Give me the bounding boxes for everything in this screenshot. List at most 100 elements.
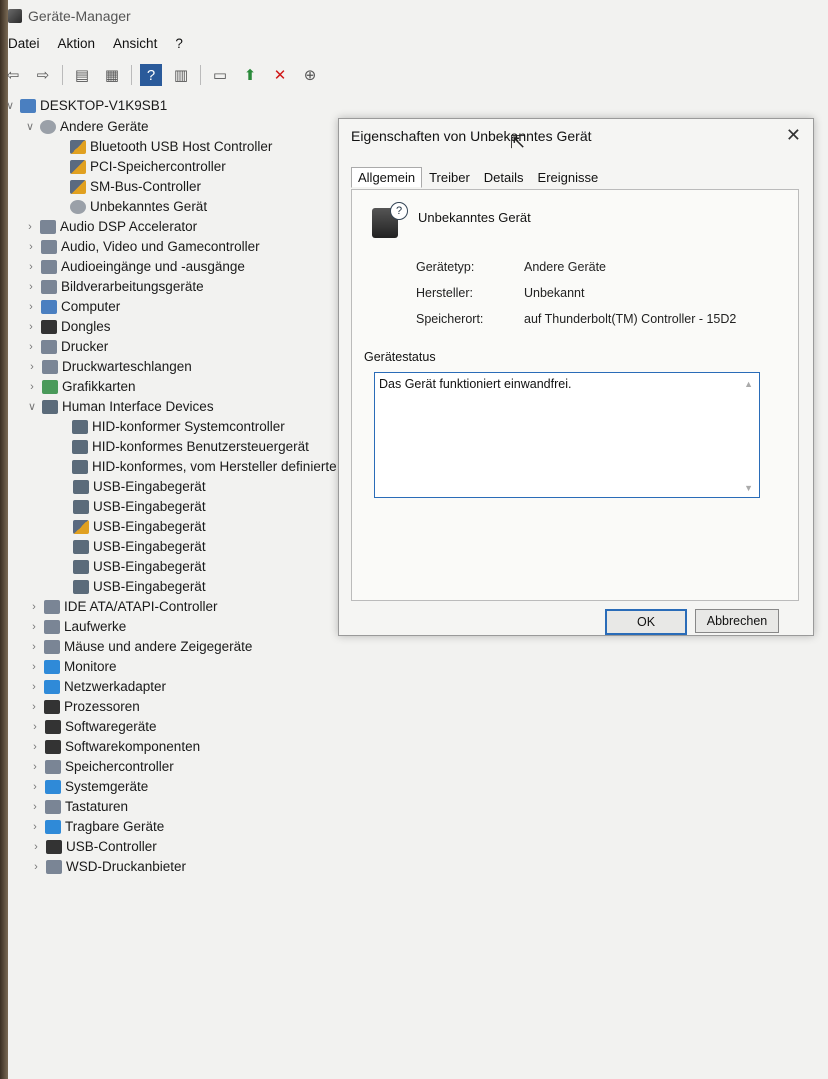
tree-device[interactable]: USB-Eingabegerät	[57, 537, 206, 556]
tab-ereignisse[interactable]: Ereignisse	[531, 167, 606, 188]
tree-label: HID-konformes Benutzersteuergerät	[92, 439, 309, 454]
chevron-right-icon[interactable]: ›	[28, 641, 40, 653]
tree-device[interactable]: HID-konformer Systemcontroller	[56, 417, 285, 436]
chevron-right-icon[interactable]: ›	[25, 261, 37, 273]
tree-category[interactable]: › WSD-Druckanbieter	[30, 857, 186, 876]
tree-category[interactable]: › Softwarekomponenten	[29, 737, 200, 756]
tree-category[interactable]: › Computer	[25, 297, 120, 316]
chevron-right-icon[interactable]: ›	[30, 841, 42, 853]
tree-category[interactable]: › Monitore	[28, 657, 116, 676]
tree-category[interactable]: › Audio, Video und Gamecontroller	[25, 237, 259, 256]
tab-details[interactable]: Details	[477, 167, 531, 188]
chevron-down-icon[interactable]: ∨	[4, 99, 16, 112]
toolbar-separator	[131, 65, 132, 85]
download-icon[interactable]: ⊕	[299, 64, 321, 86]
tree-root[interactable]: ∨ DESKTOP-V1K9SB1	[4, 96, 167, 115]
tree-device[interactable]: USB-Eingabegerät	[57, 517, 206, 536]
chevron-right-icon[interactable]: ›	[30, 861, 42, 873]
chevron-right-icon[interactable]: ›	[29, 721, 41, 733]
chevron-right-icon[interactable]: ›	[26, 361, 38, 373]
help-icon[interactable]: ?	[140, 64, 162, 86]
chevron-right-icon[interactable]: ›	[29, 761, 41, 773]
tree-category[interactable]: › Bildverarbeitungsgeräte	[25, 277, 203, 296]
chevron-right-icon[interactable]: ›	[29, 801, 41, 813]
tab-allgemein[interactable]: Allgemein	[351, 167, 423, 188]
show-hide-icon[interactable]: ▤	[71, 64, 93, 86]
menu-datei[interactable]: Datei	[8, 36, 40, 58]
forward-icon[interactable]: ⇨	[32, 64, 54, 86]
chevron-down-icon[interactable]: ∨	[26, 400, 38, 413]
chevron-right-icon[interactable]: ›	[28, 681, 40, 693]
chevron-right-icon[interactable]: ›	[28, 621, 40, 633]
chevron-right-icon[interactable]: ›	[25, 301, 37, 313]
chevron-down-icon[interactable]: ∨	[24, 120, 36, 133]
chevron-right-icon[interactable]: ›	[29, 781, 41, 793]
device-icon	[41, 319, 57, 334]
tree-category[interactable]: › Softwaregeräte	[29, 717, 156, 736]
tree-category[interactable]: › Druckwarteschlangen	[26, 357, 192, 376]
device-icon	[45, 779, 61, 794]
chevron-right-icon[interactable]: ›	[25, 281, 37, 293]
scroll-down-icon[interactable]: ▼	[744, 483, 753, 493]
chevron-right-icon[interactable]: ›	[29, 821, 41, 833]
tree-category[interactable]: › Audioeingänge und -ausgänge	[25, 257, 245, 276]
tree-category[interactable]: › Netzwerkadapter	[28, 677, 166, 696]
tree-category[interactable]: › Systemgeräte	[29, 777, 148, 796]
chevron-right-icon[interactable]: ›	[25, 341, 37, 353]
scroll-up-icon[interactable]: ▲	[744, 379, 753, 389]
tree-category[interactable]: ∨ Andere Geräte	[24, 117, 149, 136]
tree-category[interactable]: › Grafikkarten	[26, 377, 135, 396]
tree-device[interactable]: USB-Eingabegerät	[57, 557, 206, 576]
tab-treiber[interactable]: Treiber	[422, 167, 477, 188]
update-driver-icon[interactable]: ⬆	[239, 64, 261, 86]
tree-label: Mäuse und andere Zeigegeräte	[64, 639, 253, 654]
tree-category[interactable]: › Speichercontroller	[29, 757, 174, 776]
tree-category[interactable]: › Tragbare Geräte	[29, 817, 164, 836]
properties-icon[interactable]: ▦	[101, 64, 123, 86]
tree-category[interactable]: › IDE ATA/ATAPI-Controller	[28, 597, 217, 616]
tree-device[interactable]: USB-Eingabegerät	[57, 477, 206, 496]
monitor-icon[interactable]: ▭	[209, 64, 231, 86]
tree-category[interactable]: ∨ Human Interface Devices	[26, 397, 214, 416]
menu-aktion[interactable]: Aktion	[58, 36, 96, 58]
tree-category[interactable]: › USB-Controller	[30, 837, 157, 856]
back-icon[interactable]: ⇦	[2, 64, 24, 86]
tree-device[interactable]: HID-konformes, vom Hersteller definierte	[56, 457, 337, 476]
tree-category[interactable]: › Tastaturen	[29, 797, 128, 816]
chevron-right-icon[interactable]: ›	[25, 241, 37, 253]
tree-category[interactable]: › Dongles	[25, 317, 110, 336]
cancel-button[interactable]: Abbrechen	[695, 609, 779, 633]
menu-ansicht[interactable]: Ansicht	[113, 36, 157, 58]
tree-device[interactable]: HID-konformes Benutzersteuergerät	[56, 437, 309, 456]
chevron-right-icon[interactable]: ›	[26, 381, 38, 393]
tree-category[interactable]: › Prozessoren	[28, 697, 140, 716]
tree-category[interactable]: › Drucker	[25, 337, 108, 356]
prop-value-manufacturer: Unbekannt	[524, 286, 585, 300]
device-icon	[45, 759, 61, 774]
tree-device[interactable]: USB-Eingabegerät	[57, 497, 206, 516]
chevron-right-icon[interactable]: ›	[24, 221, 36, 233]
device-icon	[73, 559, 89, 574]
menu-help[interactable]: ?	[175, 36, 183, 58]
status-textbox[interactable]: Das Gerät funktioniert einwandfrei. ▲ ▼	[374, 372, 760, 498]
chevron-right-icon[interactable]: ›	[28, 661, 40, 673]
chevron-right-icon[interactable]: ›	[29, 741, 41, 753]
tree-device[interactable]: USB-Eingabegerät	[57, 577, 206, 596]
tree-category[interactable]: › Audio DSP Accelerator	[24, 217, 197, 236]
tree-device[interactable]: SM-Bus-Controller	[54, 177, 201, 196]
tree-category[interactable]: › Mäuse und andere Zeigegeräte	[28, 637, 252, 656]
tree-device[interactable]: Unbekanntes Gerät	[54, 197, 207, 216]
tree-root-label: DESKTOP-V1K9SB1	[40, 98, 168, 113]
chevron-right-icon[interactable]: ›	[28, 701, 40, 713]
dialog-tabs: Allgemein Treiber Details Ereignisse	[351, 167, 605, 188]
view-icon[interactable]: ▥	[170, 64, 192, 86]
ok-button[interactable]: OK	[605, 609, 687, 635]
tree-device[interactable]: PCI-Speichercontroller	[54, 157, 226, 176]
properties-dialog: Eigenschaften von Unbekanntes Gerät ✕ Al…	[338, 118, 814, 636]
chevron-right-icon[interactable]: ›	[28, 601, 40, 613]
uninstall-icon[interactable]: ✕	[269, 64, 291, 86]
close-icon[interactable]: ✕	[786, 125, 801, 146]
chevron-right-icon[interactable]: ›	[25, 321, 37, 333]
tree-category[interactable]: › Laufwerke	[28, 617, 126, 636]
tree-device[interactable]: Bluetooth USB Host Controller	[54, 137, 272, 156]
